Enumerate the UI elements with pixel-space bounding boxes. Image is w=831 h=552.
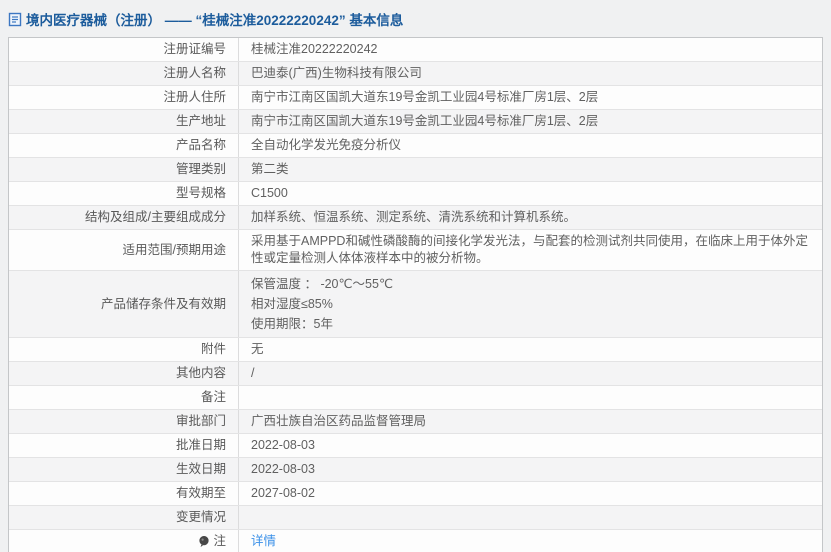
row-label-text: 有效期至 [175,486,226,500]
row-label: 审批部门 [9,410,239,433]
row-value: C1500 [251,186,288,200]
table-row: 变更情况 [9,506,822,530]
row-label: 结构及组成/主要组成成分 [9,206,239,229]
row-label-text: 附件 [200,342,226,356]
table-row: 产品储存条件及有效期 保管温度 ： -20℃～55℃ 相对湿度≤85% 使用期限：5年 [9,271,822,338]
registration-info-table: 注册证编号 桂械注准20222220242 注册人名称 巴迪泰(广西)生物科技有限公司… [8,37,823,552]
row-value: 南宁市江南区国凯大道东19号金凯工业园4号标准厂房1层、2层 [251,90,599,104]
note-icon [198,535,210,548]
row-value: 加样系统、恒温系统、测定系统、清洗系统和计算机系统。 [251,210,577,224]
page: 境内医疗器械（注册） —— “桂械注准20222220242” 基本信息 注册证… [0,0,831,552]
row-value: / [251,366,255,380]
row-label-text: 审批部门 [175,414,226,428]
row-label-text: 管理类别 [175,162,226,176]
row-value: 巴迪泰(广西)生物科技有限公司 [251,66,422,80]
row-label: 适用范围/预期用途 [9,230,239,270]
details-link[interactable]: 详情 [251,533,810,550]
table-row: 生效日期 2022-08-03 [9,458,822,482]
row-label: 管理类别 [9,158,239,181]
table-row: 注册证编号 桂械注准20222220242 [9,38,822,62]
document-icon [8,12,22,27]
page-title: 境内医疗器械（注册） —— “桂械注准20222220242” 基本信息 [8,0,823,37]
row-label-text: 注册证编号 [163,42,226,56]
row-label: 批准日期 [9,434,239,457]
row-label: 产品名称 [9,134,239,157]
row-label-text: 批准日期 [175,438,226,452]
row-label-text: 型号规格 [175,186,226,200]
table-row: 产品名称 全自动化学发光免疫分析仪 [9,134,822,158]
row-value [239,506,822,529]
row-label: 型号规格 [9,182,239,205]
row-label-text: 生效日期 [175,462,226,476]
row-label: 有效期至 [9,482,239,505]
row-label-text: 注 [213,534,226,548]
row-label-text: 适用范围/预期用途 [122,242,226,257]
table-row: 结构及组成/主要组成成分 加样系统、恒温系统、测定系统、清洗系统和计算机系统。 [9,206,822,230]
table-row: 注 详情 [9,530,822,552]
row-label: 变更情况 [9,506,239,529]
row-value: 详情 [239,530,822,552]
row-label-text: 备注 [200,390,226,404]
row-value: 广西壮族自治区药品监督管理局 [251,414,427,428]
row-label-text: 产品储存条件及有效期 [100,296,226,311]
table-row: 适用范围/预期用途 采用基于AMPPD和碱性磷酸酶的间接化学发光法，与配套的检测试… [9,230,822,271]
row-label: 注册人名称 [9,62,239,85]
row-value: 采用基于AMPPD和碱性磷酸酶的间接化学发光法，与配套的检测试剂共同使用，在临床… [251,234,808,265]
table-row: 附件 无 [9,338,822,362]
row-label: 产品储存条件及有效期 [9,271,239,337]
table-row: 批准日期 2022-08-03 [9,434,822,458]
row-value: 全自动化学发光免疫分析仪 [251,138,402,152]
table-row: 生产地址 南宁市江南区国凯大道东19号金凯工业园4号标准厂房1层、2层 [9,110,822,134]
row-label: 注 [9,530,239,552]
table-row: 注册人住所 南宁市江南区国凯大道东19号金凯工业园4号标准厂房1层、2层 [9,86,822,110]
row-label-text: 变更情况 [175,510,226,524]
row-value [239,386,822,409]
row-value-line: 保管温度 ： -20℃～55℃ [251,276,393,291]
row-value: 南宁市江南区国凯大道东19号金凯工业园4号标准厂房1层、2层 [251,114,599,128]
row-value: 桂械注准20222220242 [251,42,378,56]
table-row: 管理类别 第二类 [9,158,822,182]
row-value-line: 使用期限：5年 [251,316,333,331]
row-label-text: 注册人名称 [163,66,226,80]
row-value: 第二类 [251,162,289,176]
row-label: 其他内容 [9,362,239,385]
row-value: 2022-08-03 [251,438,315,452]
row-label: 备注 [9,386,239,409]
row-label-text: 注册人住所 [163,90,226,104]
row-value-line: 相对湿度≤85% [251,296,333,311]
table-row: 注册人名称 巴迪泰(广西)生物科技有限公司 [9,62,822,86]
table-row: 型号规格 C1500 [9,182,822,206]
row-label: 注册人住所 [9,86,239,109]
row-label: 注册证编号 [9,38,239,61]
row-label: 生效日期 [9,458,239,481]
row-value: 无 [251,342,264,356]
row-label-text: 其他内容 [175,366,226,380]
table-row: 备注 [9,386,822,410]
row-value: 保管温度 ： -20℃～55℃ 相对湿度≤85% 使用期限：5年 [239,271,822,337]
row-label-text: 生产地址 [175,114,226,128]
table-row: 有效期至 2027-08-02 [9,482,822,506]
page-title-text: 境内医疗器械（注册） —— “桂械注准20222220242” 基本信息 [26,13,404,28]
row-label-text: 产品名称 [175,138,226,152]
row-value: 2022-08-03 [251,462,315,476]
row-label-text: 结构及组成/主要组成成分 [85,210,226,224]
row-label: 附件 [9,338,239,361]
row-label: 生产地址 [9,110,239,133]
table-row: 审批部门 广西壮族自治区药品监督管理局 [9,410,822,434]
table-row: 其他内容 / [9,362,822,386]
row-value: 2027-08-02 [251,486,315,500]
